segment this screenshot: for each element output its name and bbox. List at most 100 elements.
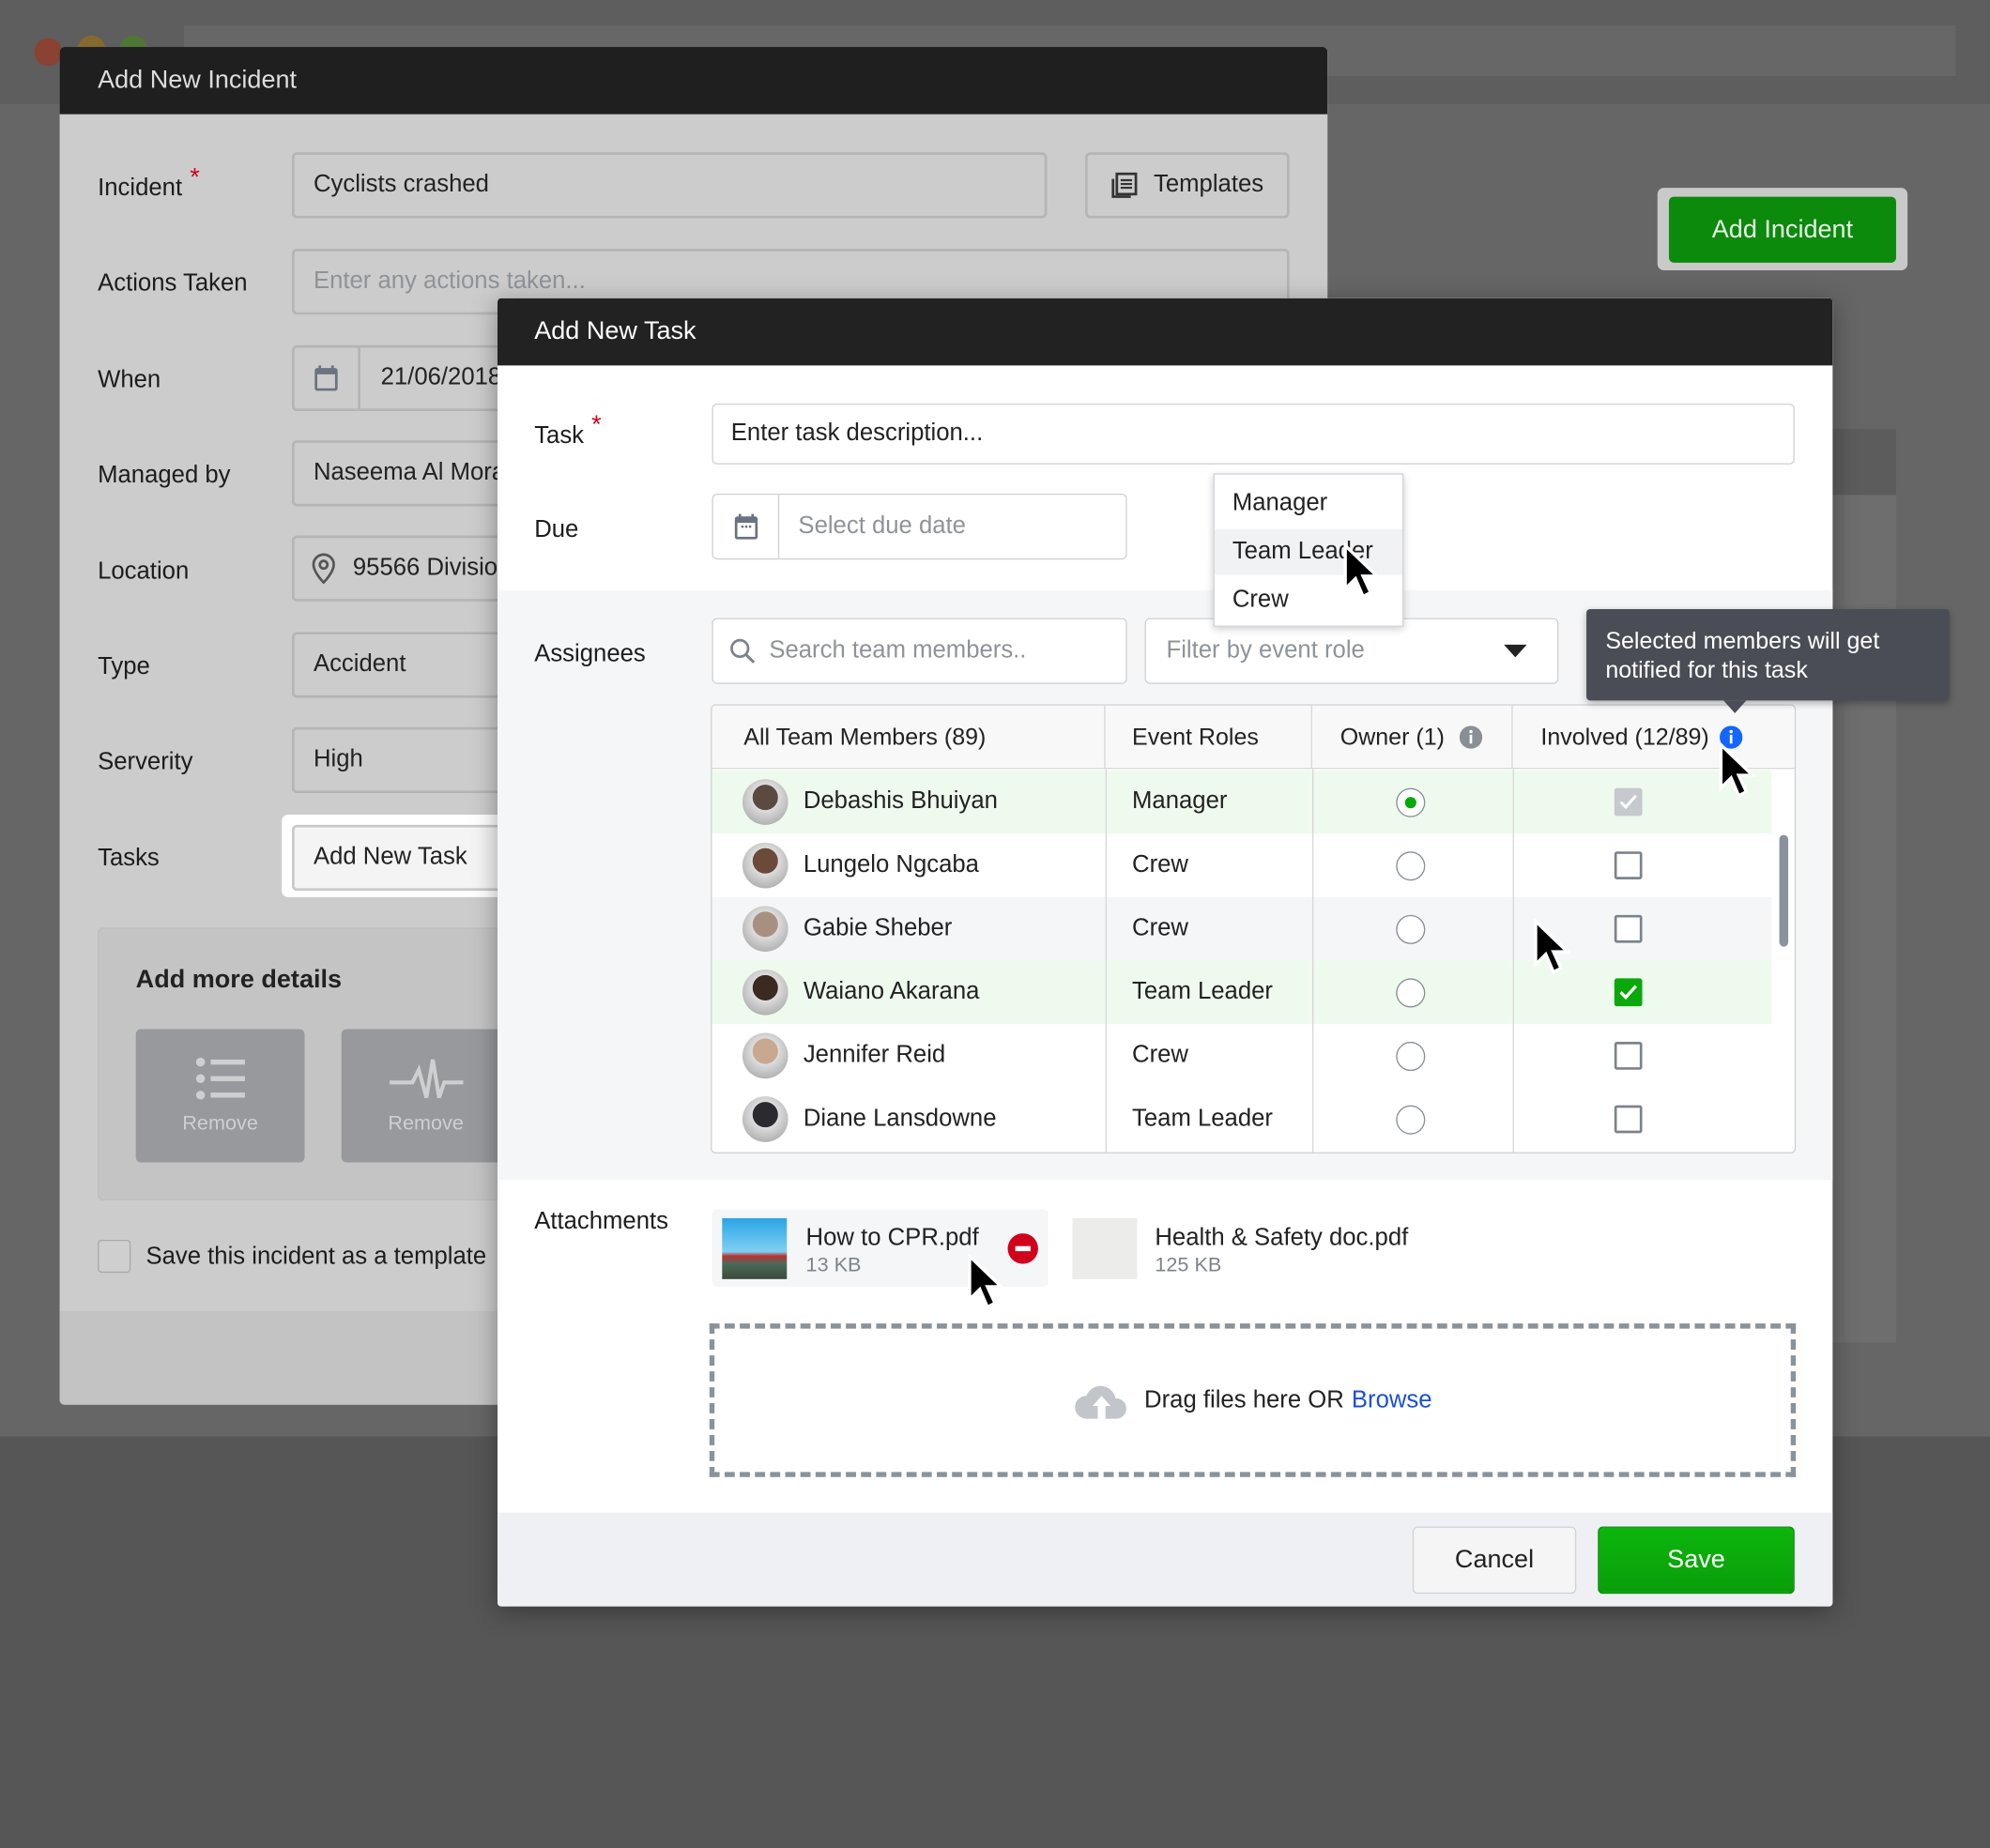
involved-checkbox[interactable] [1614, 787, 1643, 817]
list-icon [195, 1057, 245, 1099]
owner-radio[interactable] [1396, 914, 1426, 944]
pulse-icon [389, 1058, 463, 1098]
owner-radio[interactable] [1396, 978, 1426, 1008]
type-label: Type [98, 653, 150, 680]
tasks-label: Tasks [98, 845, 160, 872]
table-row[interactable]: Diane Lansdowne Team Leader [712, 1087, 1772, 1152]
more-details-title: Add more details [135, 965, 343, 994]
attachment-name[interactable]: Health & Safety doc.pdf [1155, 1225, 1408, 1253]
due-date-input[interactable]: Select due date [712, 493, 1127, 560]
calendar-icon[interactable] [713, 495, 780, 558]
avatar [742, 1096, 788, 1142]
member-name: Diane Lansdowne [803, 1105, 997, 1133]
owner-radio[interactable] [1396, 1042, 1426, 1072]
add-incident-button[interactable]: Add Incident [1668, 196, 1896, 263]
calendar-icon[interactable] [295, 347, 360, 409]
avatar [742, 842, 788, 889]
member-role: Crew [1132, 1042, 1188, 1069]
role-option-manager[interactable]: Manager [1215, 479, 1402, 529]
column-roles[interactable]: Event Roles [1106, 705, 1313, 770]
remove-label: Remove [388, 1112, 464, 1135]
column-divider [1312, 769, 1314, 1153]
attachment-thumbnail [1072, 1217, 1138, 1279]
location-label: Location [98, 557, 190, 586]
modal-title: Add New Task [497, 298, 1833, 366]
table-row[interactable]: Debashis Bhuiyan Manager [712, 770, 1772, 834]
remove-pulse-card[interactable]: Remove [341, 1029, 511, 1163]
actions-taken-label: Actions Taken [98, 269, 248, 298]
remove-list-card[interactable]: Remove [135, 1029, 305, 1163]
table-row[interactable]: Waiano Akarana Team Leader [712, 960, 1772, 1025]
role-filter-select[interactable]: Filter by event role [1144, 618, 1559, 684]
table-scrollbar[interactable] [1779, 834, 1789, 947]
search-icon [730, 638, 756, 664]
tooltip-arrow [1723, 700, 1747, 713]
member-role: Manager [1132, 787, 1228, 816]
table-row[interactable]: Gabie Sheber Crew [712, 896, 1772, 961]
caret-down-icon [1504, 644, 1527, 658]
member-name: Waiano Akarana [803, 978, 980, 1005]
member-role: Crew [1132, 851, 1188, 878]
templates-button[interactable]: Templates [1084, 152, 1290, 219]
templates-icon [1111, 172, 1138, 198]
cloud-upload-icon [1074, 1385, 1126, 1418]
incident-input[interactable]: Cyclists crashed [291, 152, 1048, 219]
column-divider [1105, 769, 1107, 1153]
due-placeholder: Select due date [798, 512, 966, 540]
remove-attachment-icon[interactable] [1007, 1233, 1038, 1264]
when-label: When [98, 366, 161, 394]
involved-checkbox[interactable] [1614, 914, 1643, 943]
owner-radio[interactable] [1396, 1105, 1426, 1135]
attachments-label: Attachments [534, 1208, 668, 1235]
members-table: All Team Members (89) Event Roles Owner … [711, 704, 1797, 1154]
table-row[interactable]: Jennifer Reid Crew [712, 1024, 1772, 1088]
avatar [742, 1032, 788, 1079]
involved-checkbox[interactable] [1614, 851, 1643, 879]
owner-radio[interactable] [1396, 787, 1426, 817]
search-members-input[interactable]: Search team members.. [712, 618, 1127, 684]
mouse-cursor-icon [1534, 918, 1571, 974]
attachment-thumbnail [722, 1217, 788, 1279]
member-role: Team Leader [1132, 978, 1273, 1005]
owner-radio[interactable] [1396, 851, 1426, 881]
column-members[interactable]: All Team Members (89) [712, 705, 1106, 770]
save-template-checkbox[interactable] [98, 1239, 131, 1274]
involved-checkbox[interactable] [1614, 978, 1643, 1007]
drop-text: Drag files here OR [1144, 1386, 1344, 1413]
mouse-cursor-icon [968, 1253, 1005, 1309]
severity-label: Serverity [98, 748, 193, 776]
add-new-task-button[interactable]: Add New Task [291, 824, 508, 892]
involved-checkbox[interactable] [1614, 1042, 1643, 1070]
mouse-cursor-icon [1719, 741, 1757, 799]
member-name: Lungelo Ngcaba [803, 851, 979, 878]
member-name: Debashis Bhuiyan [803, 787, 998, 816]
screen: Add Incident Add New Incident Incident * … [0, 0, 1990, 1848]
task-label: Task * [534, 411, 602, 450]
task-description-input[interactable]: Enter task description... [712, 403, 1795, 465]
avatar [742, 969, 788, 1016]
mouse-cursor-icon [1343, 542, 1382, 599]
cancel-button[interactable]: Cancel [1412, 1526, 1577, 1595]
info-icon[interactable] [1460, 725, 1483, 749]
file-dropzone[interactable]: Drag files here OR Browse [709, 1323, 1797, 1477]
table-row[interactable]: Lungelo Ngcaba Crew [712, 833, 1772, 897]
attachment-name: How to CPR.pdf [805, 1224, 979, 1252]
member-name: Gabie Sheber [803, 914, 953, 942]
involved-tooltip: Selected members will get notified for t… [1586, 608, 1950, 701]
avatar [742, 779, 788, 825]
location-pin-icon [312, 553, 335, 585]
close-window-dot[interactable] [34, 38, 63, 67]
member-name: Jennifer Reid [803, 1042, 946, 1069]
column-owner[interactable]: Owner (1) [1312, 705, 1513, 770]
attachment-size: 13 KB [805, 1255, 862, 1277]
remove-label: Remove [182, 1112, 258, 1135]
table-header: All Team Members (89) Event Roles Owner … [712, 705, 1795, 770]
managed-by-label: Managed by [98, 462, 231, 489]
location-value: 95566 Division [352, 554, 512, 582]
when-value: 21/06/2018 [380, 364, 502, 391]
involved-checkbox[interactable] [1614, 1105, 1643, 1134]
modal-title: Add New Incident [59, 47, 1328, 115]
save-button[interactable]: Save [1598, 1526, 1795, 1595]
browse-link[interactable]: Browse [1352, 1386, 1432, 1414]
incident-label: Incident * [98, 163, 200, 202]
